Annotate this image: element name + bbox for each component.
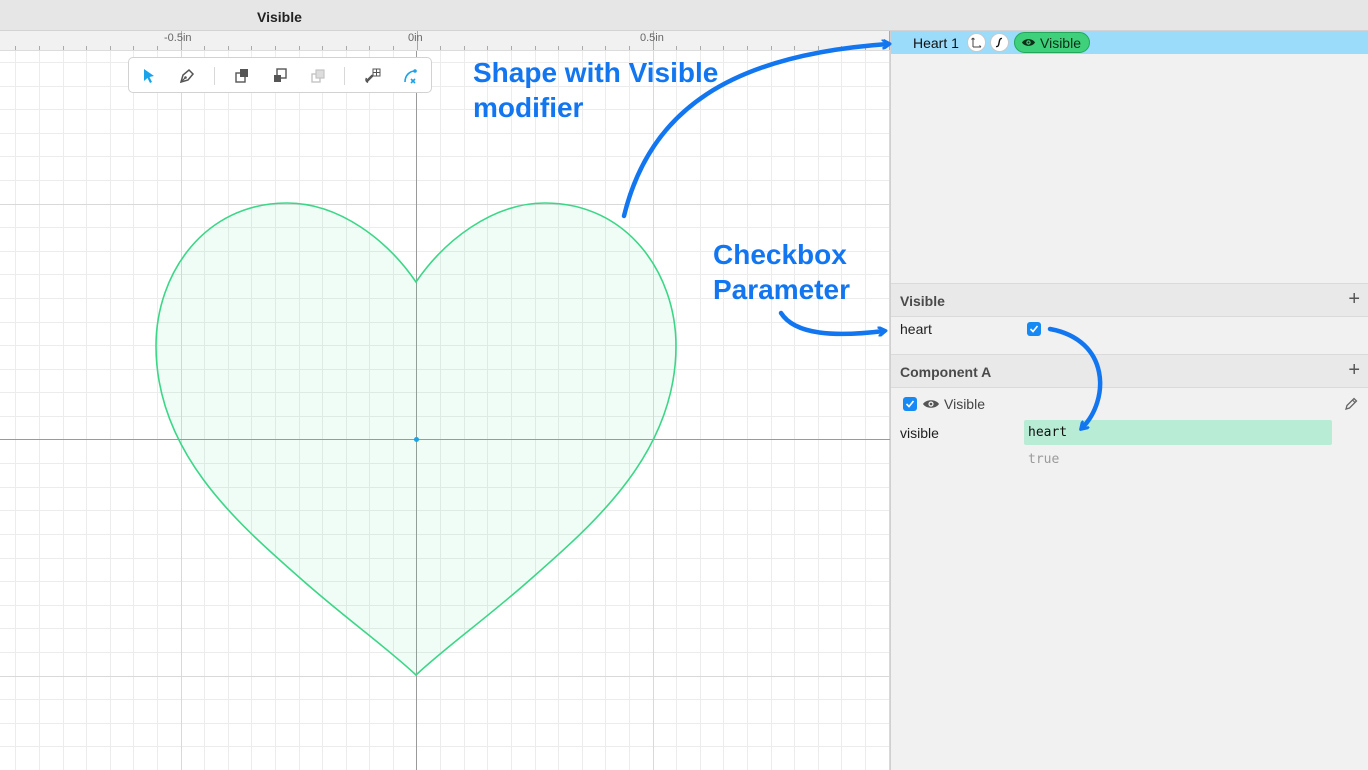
ruler-label-neg-half: -0.5in	[164, 32, 192, 44]
eye-icon	[923, 400, 939, 408]
toolbar-separator	[214, 67, 215, 85]
bring-forward-tool[interactable]	[230, 64, 254, 88]
section-title: Component A	[900, 364, 992, 380]
expression-result-value: true	[1028, 452, 1060, 467]
eye-icon	[1022, 39, 1035, 46]
modifier-label: Visible	[944, 396, 985, 412]
checkbox-annotation-line1: Checkbox	[713, 239, 847, 270]
drawing-canvas[interactable]	[0, 51, 890, 770]
checkbox-annotation-line2: Parameter	[713, 274, 850, 305]
snap-point-tool[interactable]	[399, 64, 423, 88]
inspector-panel: Heart 1 Visible Visible + heart Componen…	[890, 31, 1368, 770]
boolean-tool[interactable]	[306, 64, 330, 88]
magnet-grid-icon	[365, 68, 381, 84]
magnet-point-icon	[404, 69, 417, 84]
add-modifier-button[interactable]: +	[1348, 360, 1360, 380]
canvas-grid	[0, 51, 890, 770]
checkmark-icon	[1029, 325, 1039, 333]
ruler-label-zero: 0in	[408, 32, 423, 44]
parameter-name: heart	[900, 321, 932, 337]
origin-point[interactable]	[414, 437, 419, 442]
toolbar-separator	[344, 67, 345, 85]
edit-pencil-icon[interactable]	[1343, 396, 1359, 412]
shape-annotation-line1: Shape with Visible	[473, 57, 719, 88]
component-section-header: Component A +	[891, 354, 1368, 388]
horizontal-ruler[interactable]: -0.5in 0in 0.5in	[0, 31, 890, 51]
layer-forward-icon	[235, 69, 248, 83]
transform-icon	[971, 37, 982, 48]
add-parameter-button[interactable]: +	[1348, 289, 1360, 309]
arrow-cursor-icon	[144, 69, 154, 83]
ruler-label-pos-half: 0.5in	[640, 32, 664, 44]
transform-toggle[interactable]	[967, 33, 986, 52]
layer-backward-icon	[274, 68, 287, 82]
pen-nib-icon	[179, 68, 195, 84]
heart-parameter-checkbox[interactable]	[1027, 322, 1041, 336]
document-title: Visible	[257, 9, 302, 25]
ruler-ticks	[15, 31, 890, 50]
section-title: Visible	[900, 293, 945, 309]
visible-modifier-label: Visible	[1040, 34, 1081, 51]
layer-row-heart[interactable]: Heart 1 Visible	[891, 31, 1368, 54]
visible-modifier-badge[interactable]: Visible	[1014, 32, 1090, 53]
snap-grid-tool[interactable]	[361, 64, 385, 88]
pen-tool[interactable]	[175, 64, 199, 88]
function-icon	[995, 37, 1003, 48]
select-tool[interactable]	[137, 64, 161, 88]
shape-annotation-line2: modifier	[473, 92, 584, 123]
visible-expression-input[interactable]: heart	[1024, 420, 1332, 445]
send-backward-tool[interactable]	[268, 64, 292, 88]
checkmark-icon	[905, 400, 915, 408]
parameters-section-header: Visible +	[891, 283, 1368, 317]
layer-name: Heart 1	[913, 35, 959, 51]
layer-disabled-icon	[311, 69, 325, 83]
function-toggle[interactable]	[990, 33, 1009, 52]
title-bar: Visible	[0, 0, 1368, 31]
visible-modifier-enabled-checkbox[interactable]	[903, 397, 917, 411]
property-name: visible	[900, 425, 939, 441]
canvas-toolbar	[128, 57, 432, 93]
